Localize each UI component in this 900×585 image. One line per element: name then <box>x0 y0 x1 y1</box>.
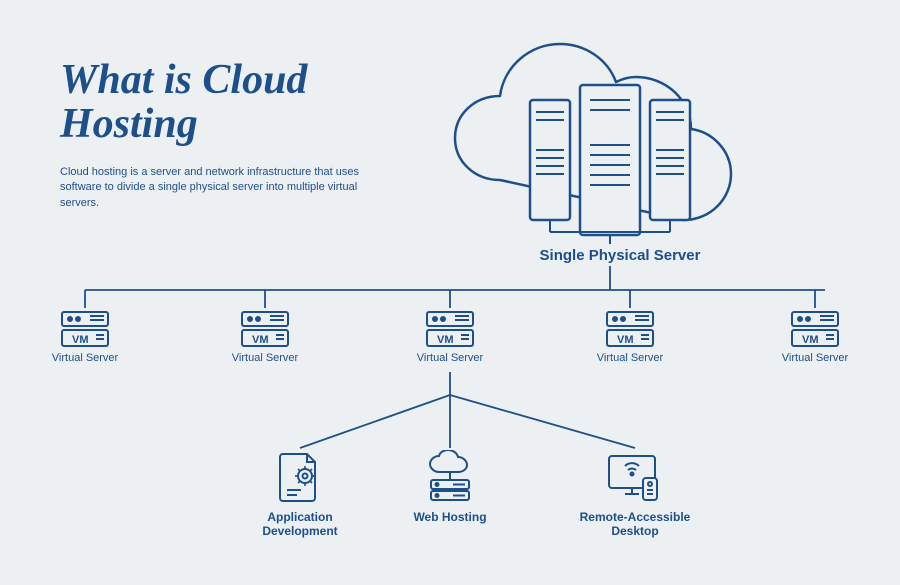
use-node-app-dev: ApplicationDevelopment <box>230 450 370 539</box>
svg-text:VM: VM <box>252 334 269 346</box>
svg-text:VM: VM <box>802 334 819 346</box>
use-node-remote-desktop: Remote-AccessibleDesktop <box>565 450 705 539</box>
vm-label: Virtual Server <box>755 352 875 364</box>
vm-row: VM Virtual Server VM Virtual Server <box>0 310 900 380</box>
vm-node: VM Virtual Server <box>205 310 325 364</box>
vm-node: VM Virtual Server <box>390 310 510 364</box>
vm-server-icon: VM <box>240 310 290 348</box>
vm-server-icon: VM <box>790 310 840 348</box>
document-gear-icon <box>273 450 327 504</box>
use-label: ApplicationDevelopment <box>230 510 370 539</box>
vm-label: Virtual Server <box>390 352 510 364</box>
vm-label: Virtual Server <box>25 352 145 364</box>
vm-server-icon: VM <box>605 310 655 348</box>
physical-server-label: Single Physical Server <box>500 247 740 264</box>
vm-node: VM Virtual Server <box>570 310 690 364</box>
use-connectors <box>300 372 635 448</box>
vm-server-icon: VM <box>425 310 475 348</box>
vm-node: VM Virtual Server <box>755 310 875 364</box>
svg-text:VM: VM <box>617 334 634 346</box>
cloud-server-icon <box>423 450 477 504</box>
vm-label: Virtual Server <box>570 352 690 364</box>
use-label: Remote-AccessibleDesktop <box>565 510 705 539</box>
monitor-remote-icon <box>605 450 665 504</box>
svg-text:VM: VM <box>437 334 454 346</box>
physical-servers-icon <box>530 85 690 235</box>
tree-connectors <box>85 266 825 308</box>
svg-text:VM: VM <box>72 334 89 346</box>
use-label: Web Hosting <box>380 510 520 524</box>
vm-server-icon: VM <box>60 310 110 348</box>
use-node-web-hosting: Web Hosting <box>380 450 520 524</box>
vm-node: VM Virtual Server <box>25 310 145 364</box>
use-row: ApplicationDevelopment Web Hosting <box>0 450 900 560</box>
vm-label: Virtual Server <box>205 352 325 364</box>
